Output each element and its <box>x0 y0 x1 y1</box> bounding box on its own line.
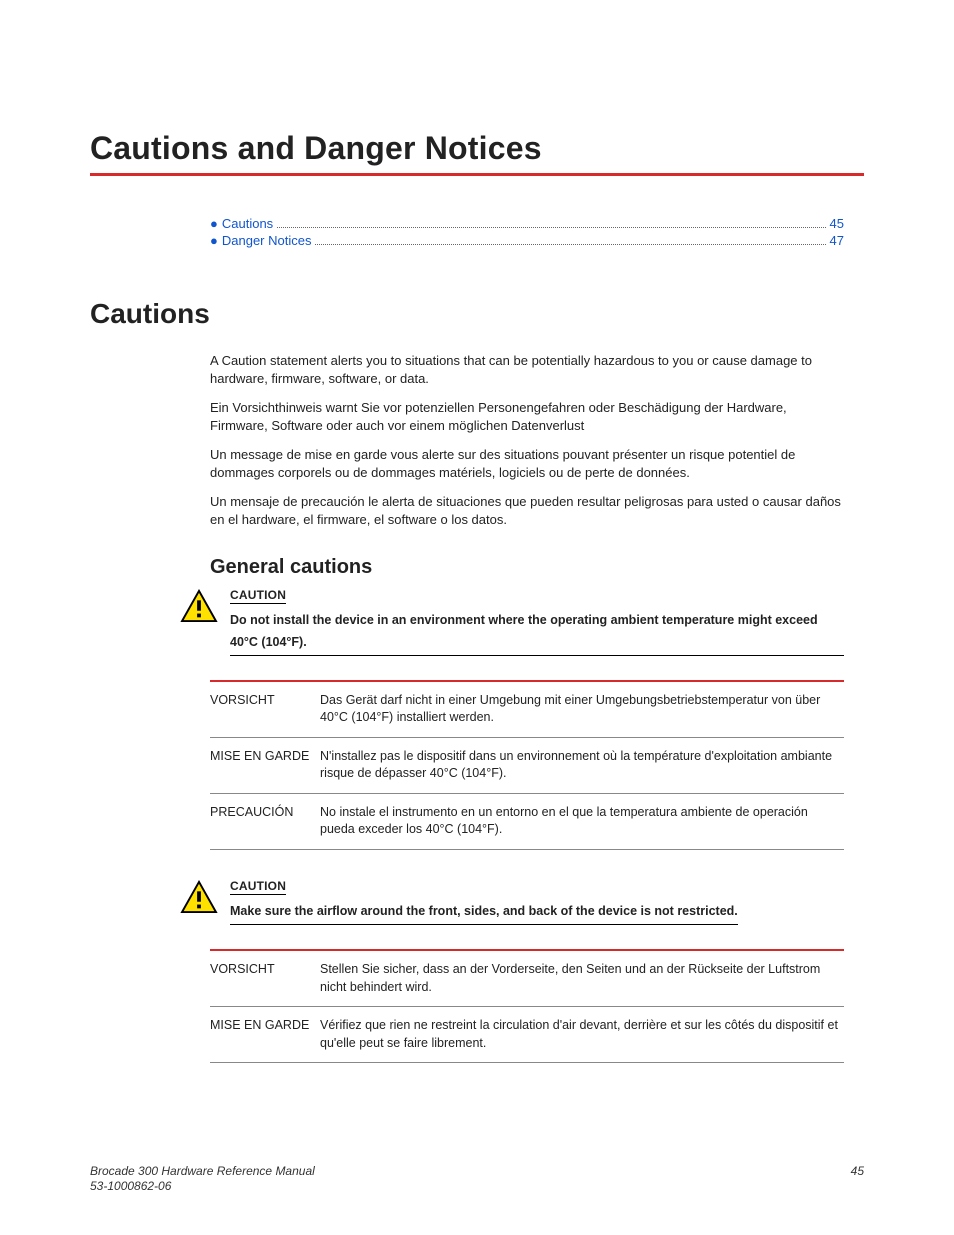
translation-lang: VORSICHT <box>210 692 320 727</box>
translation-row: PRECAUCIÓN No instale el instrumento en … <box>210 794 844 850</box>
footer-doc-title: Brocade 300 Hardware Reference Manual <box>90 1164 315 1180</box>
translation-lang: MISE EN GARDE <box>210 748 320 783</box>
toc-page-number: 47 <box>830 233 844 248</box>
intro-para: Un message de mise en garde vous alerte … <box>210 446 844 481</box>
caution-label: CAUTION <box>230 879 286 895</box>
caution-text: Do not install the device in an environm… <box>230 613 818 648</box>
translation-text: Das Gerät darf nicht in einer Umgebung m… <box>320 692 844 727</box>
page-footer: Brocade 300 Hardware Reference Manual 53… <box>90 1164 864 1195</box>
translation-row: MISE EN GARDE Vérifiez que rien ne restr… <box>210 1007 844 1063</box>
caution-block: CAUTION Make sure the airflow around the… <box>180 878 844 925</box>
toc-leader <box>315 244 825 245</box>
caution-text: Make sure the airflow around the front, … <box>230 904 738 918</box>
intro-para: Un mensaje de precaución le alerta de si… <box>210 493 844 528</box>
translation-row: VORSICHT Stellen Sie sicher, dass an der… <box>210 951 844 1007</box>
toc-entry: ● Danger Notices 47 <box>210 233 844 248</box>
footer-page-number: 45 <box>851 1164 864 1195</box>
translation-text: N'installez pas le dispositif dans un en… <box>320 748 844 783</box>
translation-text: Stellen Sie sicher, dass an der Vorderse… <box>320 961 844 996</box>
caution-label: CAUTION <box>230 588 286 604</box>
title-rule <box>90 173 864 176</box>
translation-lang: PRECAUCIÓN <box>210 804 320 839</box>
toc-entry: ● Cautions 45 <box>210 216 844 231</box>
chapter-title: Cautions and Danger Notices <box>90 130 864 167</box>
intro-para: Ein Vorsichthinweis warnt Sie vor potenz… <box>210 399 844 434</box>
translation-text: No instale el instrumento en un entorno … <box>320 804 844 839</box>
intro-para: A Caution statement alerts you to situat… <box>210 352 844 387</box>
translation-table: VORSICHT Das Gerät darf nicht in einer U… <box>210 680 844 850</box>
bullet-icon: ● <box>210 216 218 231</box>
toc-leader <box>277 227 825 228</box>
toc-link-danger-notices[interactable]: Danger Notices <box>222 233 312 248</box>
translation-lang: MISE EN GARDE <box>210 1017 320 1052</box>
subsection-title-general-cautions: General cautions <box>210 556 844 579</box>
translation-lang: VORSICHT <box>210 961 320 996</box>
section-title-cautions: Cautions <box>90 298 864 330</box>
translation-row: MISE EN GARDE N'installez pas le disposi… <box>210 738 844 794</box>
translation-table: VORSICHT Stellen Sie sicher, dass an der… <box>210 949 844 1063</box>
bullet-icon: ● <box>210 233 218 248</box>
caution-triangle-icon <box>180 589 218 626</box>
translation-row: VORSICHT Das Gerät darf nicht in einer U… <box>210 682 844 738</box>
toc: ● Cautions 45 ● Danger Notices 47 <box>210 216 844 248</box>
footer-doc-number: 53-1000862-06 <box>90 1179 315 1195</box>
translation-text: Vérifiez que rien ne restreint la circul… <box>320 1017 844 1052</box>
caution-triangle-icon <box>180 880 218 917</box>
caution-block: CAUTION Do not install the device in an … <box>180 587 844 656</box>
toc-link-cautions[interactable]: Cautions <box>222 216 273 231</box>
toc-page-number: 45 <box>830 216 844 231</box>
